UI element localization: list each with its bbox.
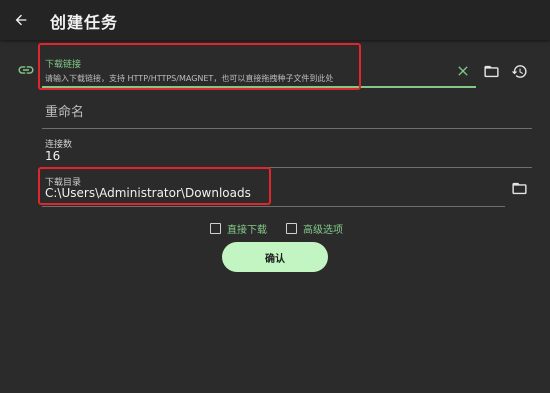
- folder-icon: [483, 65, 499, 77]
- advanced-options-label: 高级选项: [303, 225, 343, 236]
- app-bar: 创建任务: [0, 0, 550, 40]
- back-button[interactable]: [8, 7, 34, 33]
- link-icon: [15, 61, 37, 79]
- rename-placeholder: 重命名: [45, 105, 85, 120]
- direct-download-label: 直接下载: [227, 225, 267, 236]
- history-button[interactable]: [509, 61, 529, 81]
- confirm-button[interactable]: 确认: [222, 242, 328, 272]
- highlight-box-url: [38, 43, 361, 90]
- download-directory-underline: [42, 206, 505, 207]
- close-icon: [458, 66, 468, 76]
- rename-field[interactable]: 重命名: [42, 94, 532, 129]
- highlight-box-directory: [38, 167, 271, 205]
- connections-field[interactable]: 连接数 16: [42, 133, 532, 168]
- arrow-left-icon: [15, 14, 27, 26]
- connections-value: 16: [45, 149, 61, 163]
- advanced-options-checkbox[interactable]: 高级选项: [286, 221, 343, 236]
- clear-url-button[interactable]: [453, 61, 473, 81]
- direct-download-checkbox[interactable]: 直接下载: [210, 221, 267, 236]
- history-icon: [511, 64, 527, 78]
- direct-download-checkbox-box[interactable]: [210, 223, 221, 234]
- page-title: 创建任务: [50, 13, 119, 32]
- folder-icon: [511, 182, 527, 194]
- advanced-options-checkbox-box[interactable]: [286, 223, 297, 234]
- select-torrent-file-button[interactable]: [481, 61, 501, 81]
- rename-underline: [42, 128, 532, 129]
- select-directory-button[interactable]: [509, 178, 529, 198]
